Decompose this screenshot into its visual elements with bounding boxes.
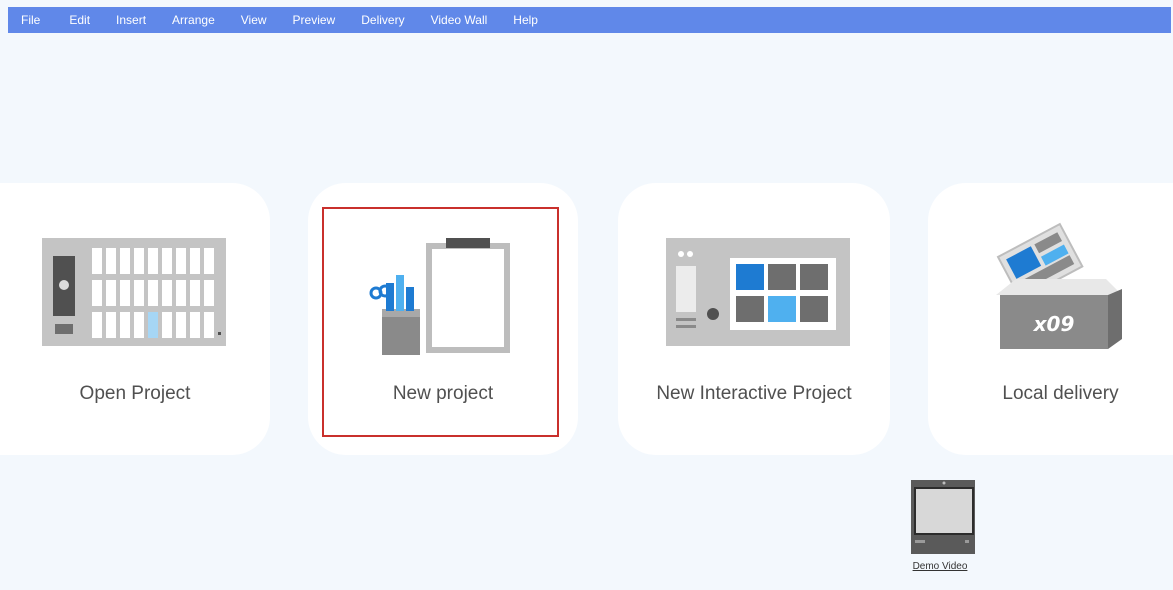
menu-edit[interactable]: Edit: [69, 13, 90, 27]
grid-panel-icon: [42, 238, 226, 346]
monitor-icon: [911, 480, 977, 554]
local-delivery-label: Local delivery: [1002, 383, 1119, 404]
menu-file[interactable]: File: [21, 13, 40, 27]
menu-delivery[interactable]: Delivery: [361, 13, 404, 27]
new-interactive-project-label: New Interactive Project: [656, 383, 852, 404]
demo-video-label[interactable]: Demo Video: [897, 561, 983, 572]
menu-bar: File Edit Insert Arrange View Preview De…: [8, 7, 1171, 33]
menu-preview[interactable]: Preview: [293, 13, 336, 27]
local-delivery-card[interactable]: x09 Local delivery: [928, 183, 1173, 455]
demo-video-button[interactable]: Demo Video: [897, 478, 983, 572]
new-interactive-project-card[interactable]: New Interactive Project: [618, 183, 890, 455]
menu-view[interactable]: View: [241, 13, 267, 27]
menu-help[interactable]: Help: [513, 13, 538, 27]
delivery-box-icon: x09: [996, 222, 1122, 349]
open-project-card[interactable]: Open Project: [0, 183, 270, 455]
box-text: x09: [1033, 312, 1075, 336]
menu-insert[interactable]: Insert: [116, 13, 146, 27]
menu-arrange[interactable]: Arrange: [172, 13, 215, 27]
menu-video-wall[interactable]: Video Wall: [431, 13, 488, 27]
interactive-screen-icon: [666, 238, 850, 346]
open-project-label: Open Project: [79, 383, 191, 404]
selection-highlight: [322, 207, 559, 437]
